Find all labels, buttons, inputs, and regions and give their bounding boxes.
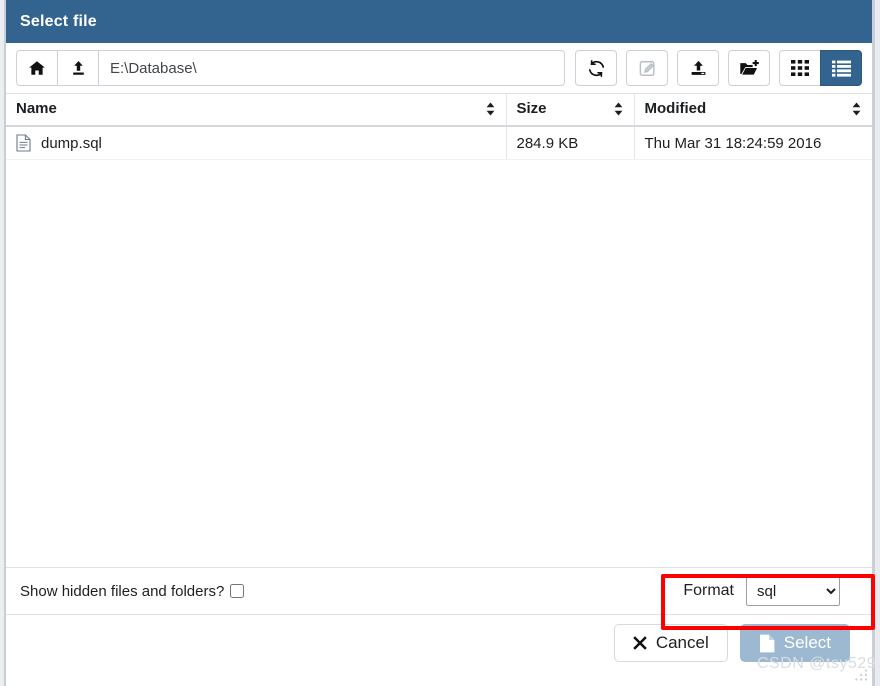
edit-icon <box>638 59 657 78</box>
refresh-button[interactable] <box>575 50 617 86</box>
format-group: Format sql <box>683 576 840 606</box>
rename-button[interactable] <box>626 50 668 86</box>
list-view-icon <box>831 60 851 77</box>
refresh-icon <box>587 59 606 78</box>
dialog-titlebar: Select file <box>6 0 872 43</box>
file-icon <box>16 134 31 152</box>
home-button[interactable] <box>16 50 58 86</box>
file-browser-toolbar <box>6 43 872 93</box>
new-folder-button[interactable] <box>728 50 770 86</box>
format-label: Format <box>683 582 734 599</box>
navigation-button-group <box>16 50 99 86</box>
new-folder-icon <box>738 59 760 78</box>
upload-button[interactable] <box>677 50 719 86</box>
cancel-button[interactable]: Cancel <box>613 624 728 662</box>
column-header-modified-label: Modified <box>644 100 707 117</box>
column-header-name[interactable]: Name <box>6 94 507 127</box>
show-hidden-files-option[interactable]: Show hidden files and folders? <box>20 582 245 600</box>
table-header-row: Name Size Modified <box>6 94 872 127</box>
cell-name[interactable]: dump.sql <box>6 126 507 160</box>
upload-arrow-icon <box>70 59 87 77</box>
file-name: dump.sql <box>41 134 102 152</box>
select-button-label: Select <box>783 633 831 652</box>
file-list: Name Size Modified dump.sql 284.9 KB Thu… <box>6 93 872 568</box>
column-header-size[interactable]: Size <box>506 94 635 127</box>
show-hidden-files-label: Show hidden files and folders? <box>20 582 225 600</box>
home-icon <box>28 59 46 77</box>
options-bar: Show hidden files and folders? Format sq… <box>6 568 872 615</box>
dialog-footer: Cancel Select <box>6 615 872 671</box>
select-file-dialog: Select file E:\Database\ Name Size Modif… <box>6 0 872 686</box>
cancel-button-label: Cancel <box>655 633 709 652</box>
list-view-button[interactable] <box>820 50 862 86</box>
column-header-modified[interactable]: Modified <box>634 94 872 127</box>
screenshot-root: Select file E:\Database\ Name Size Modif… <box>0 0 880 686</box>
cell-size: 284.9 KB <box>506 126 635 160</box>
view-mode-button-group <box>779 50 862 86</box>
close-icon <box>633 636 647 650</box>
sort-icon[interactable] <box>851 102 862 116</box>
sort-icon[interactable] <box>613 102 624 116</box>
cell-modified: Thu Mar 31 18:24:59 2016 <box>634 126 872 160</box>
path-input[interactable] <box>99 50 565 86</box>
parent-directory-button[interactable] <box>57 50 99 86</box>
grid-view-button[interactable] <box>779 50 821 86</box>
sort-icon[interactable] <box>485 102 496 116</box>
show-hidden-files-checkbox[interactable] <box>230 584 245 598</box>
grid-view-icon <box>791 59 809 77</box>
column-header-name-label: Name <box>16 100 57 117</box>
format-select[interactable]: sql <box>746 576 840 606</box>
column-header-size-label: Size <box>516 100 547 117</box>
select-button[interactable]: Select <box>739 624 850 662</box>
file-list-empty-area[interactable] <box>6 160 872 568</box>
dialog-title: Select file <box>20 12 97 30</box>
file-table: Name Size Modified dump.sql 284.9 KB Thu… <box>6 94 872 160</box>
upload-icon <box>689 59 708 78</box>
table-row[interactable]: dump.sql 284.9 KB Thu Mar 31 18:24:59 20… <box>6 126 872 160</box>
resize-grip-icon[interactable] <box>854 668 868 682</box>
file-icon <box>759 634 775 653</box>
